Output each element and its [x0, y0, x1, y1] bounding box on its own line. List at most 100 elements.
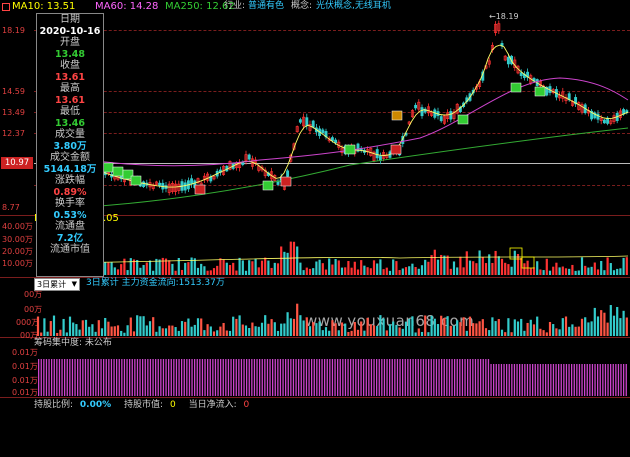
chip-bar: [201, 359, 204, 396]
chip-bar: [259, 359, 261, 396]
volume-bar: [494, 250, 497, 275]
chip-bar: [607, 364, 609, 396]
volume-bar: [139, 267, 142, 275]
flow-bar: [36, 316, 40, 336]
flow-bar: [129, 317, 132, 336]
flow-bar: [206, 324, 209, 336]
flow-bar: [356, 329, 360, 336]
flow-bar: [81, 320, 84, 336]
flow-bar: [273, 322, 276, 336]
volume-bar: [171, 263, 174, 275]
chip-bar: [545, 364, 547, 396]
volume-bar: [619, 268, 622, 275]
candle-body: [602, 119, 606, 124]
signal-marker: [457, 114, 469, 125]
volume-bar: [571, 264, 574, 275]
flow-bar: [382, 318, 385, 336]
chip-bar: [66, 359, 68, 396]
chip-bar: [40, 359, 42, 396]
flow-bar: [532, 324, 536, 336]
chip-bar: [464, 359, 466, 396]
chip-bar: [524, 364, 526, 396]
chip-bar: [339, 359, 341, 396]
chip-bar: [508, 364, 510, 396]
volume-bar: [500, 258, 504, 275]
chip-bar: [272, 359, 274, 396]
flow-bar: [593, 307, 596, 336]
chip-bar: [599, 364, 601, 396]
flow-bar: [283, 323, 286, 336]
flow-bar: [539, 328, 542, 336]
flow-bar: [187, 318, 190, 336]
chip-bar: [134, 359, 136, 396]
volume-bar: [356, 269, 360, 275]
chip-bar: [277, 359, 279, 396]
volume-bar: [564, 268, 568, 275]
candle-body: [420, 107, 424, 117]
flow-bar: [590, 321, 593, 336]
info-key: 换手率: [55, 198, 85, 209]
volume-bar: [404, 267, 408, 275]
chip-bar: [204, 359, 206, 396]
flow-bar: [475, 323, 478, 336]
chip-bar: [160, 359, 162, 396]
flow-bar: [417, 328, 420, 336]
flow-bar: [520, 318, 523, 336]
chip-bar: [604, 364, 607, 396]
flow-bar: [331, 320, 334, 336]
info-value: 0.53%: [53, 209, 87, 221]
chip-bar: [178, 359, 180, 396]
flow-bar: [334, 323, 337, 336]
flow-bar: [616, 306, 619, 336]
volume-bar: [168, 260, 171, 275]
chip-bar: [64, 359, 66, 396]
volume-bar: [347, 261, 350, 275]
chip-bar: [103, 359, 105, 396]
flow-bar: [321, 330, 324, 336]
info-key: 流通市值: [50, 244, 90, 255]
chip-bar: [136, 359, 139, 396]
chip-bar: [84, 359, 87, 396]
info-key: 日期: [60, 14, 80, 25]
flow-bar: [145, 325, 148, 336]
chip-bar: [269, 359, 271, 396]
flow-bar: [315, 323, 318, 336]
chip-bar: [412, 359, 414, 396]
chip-bar: [547, 364, 549, 396]
flow-bar: [136, 315, 139, 336]
volume-bar: [216, 265, 219, 275]
chip-bar: [243, 359, 245, 396]
flow-bar: [216, 330, 219, 336]
flow-bar: [296, 303, 299, 336]
chip-bar: [191, 359, 193, 396]
info-value: 7.2亿: [56, 232, 84, 244]
volume-bar: [142, 265, 145, 275]
chip-bar: [422, 359, 425, 396]
signal-marker: [262, 180, 274, 191]
flow-bar: [62, 318, 65, 336]
chip-bar: [454, 359, 456, 396]
volume-bar: [398, 270, 401, 275]
candle-body: [286, 170, 290, 177]
volume-bar: [344, 267, 347, 275]
flow-bar: [248, 328, 251, 336]
flow-bar: [612, 315, 616, 336]
flow-bar: [500, 329, 504, 336]
volume-bar: [574, 270, 577, 275]
flow-bar: [398, 327, 401, 336]
chip-bar: [313, 359, 315, 396]
volume-bar: [596, 269, 600, 275]
chip-bar: [230, 359, 232, 396]
flow-bar: [292, 318, 296, 336]
chip-bar: [131, 359, 133, 396]
flow-bar: [132, 331, 136, 336]
chip-bar: [56, 359, 58, 396]
chip-bar: [568, 364, 570, 396]
volume-bar: [225, 262, 228, 275]
chip-bar: [461, 359, 464, 396]
chip-bar: [337, 359, 339, 396]
flow-bar: [251, 322, 254, 336]
volume-bar: [427, 261, 430, 275]
chip-bar: [404, 359, 406, 396]
flow-bar: [564, 316, 568, 336]
